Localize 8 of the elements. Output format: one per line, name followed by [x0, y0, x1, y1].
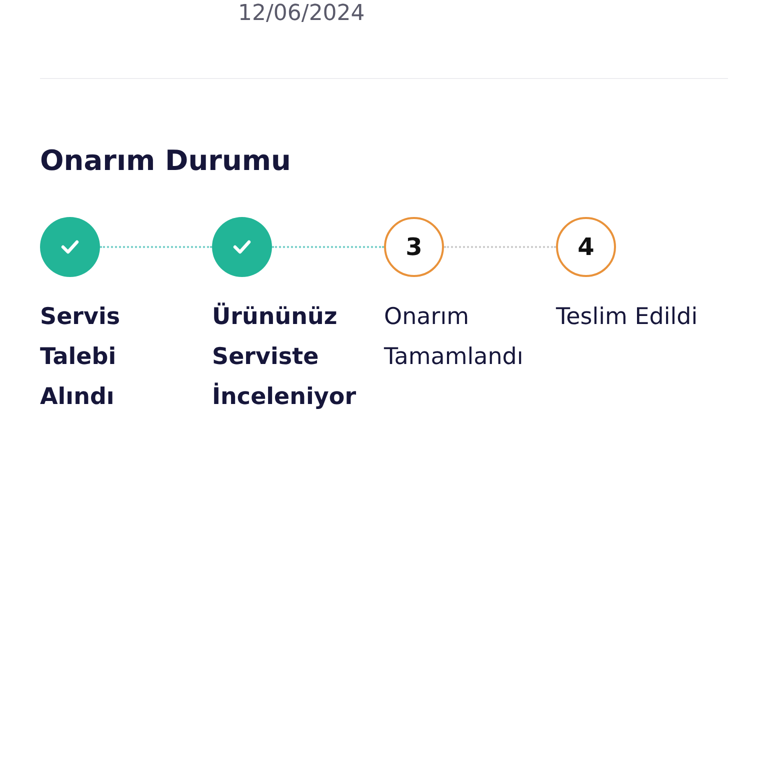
date-text: 12/06/2024 — [238, 0, 366, 28]
step-number: 4 — [556, 217, 616, 277]
step-label: Teslim Edildi — [556, 303, 699, 332]
step-label: Servis Talebi Alındı — [40, 303, 122, 412]
step-label: Ürününüz Serviste İnceleniyor — [212, 302, 358, 412]
step-number: 3 — [384, 217, 444, 277]
section-title: Onarım Durumu — [40, 143, 292, 179]
step-label: Onarım Tamamlandı — [384, 303, 524, 372]
